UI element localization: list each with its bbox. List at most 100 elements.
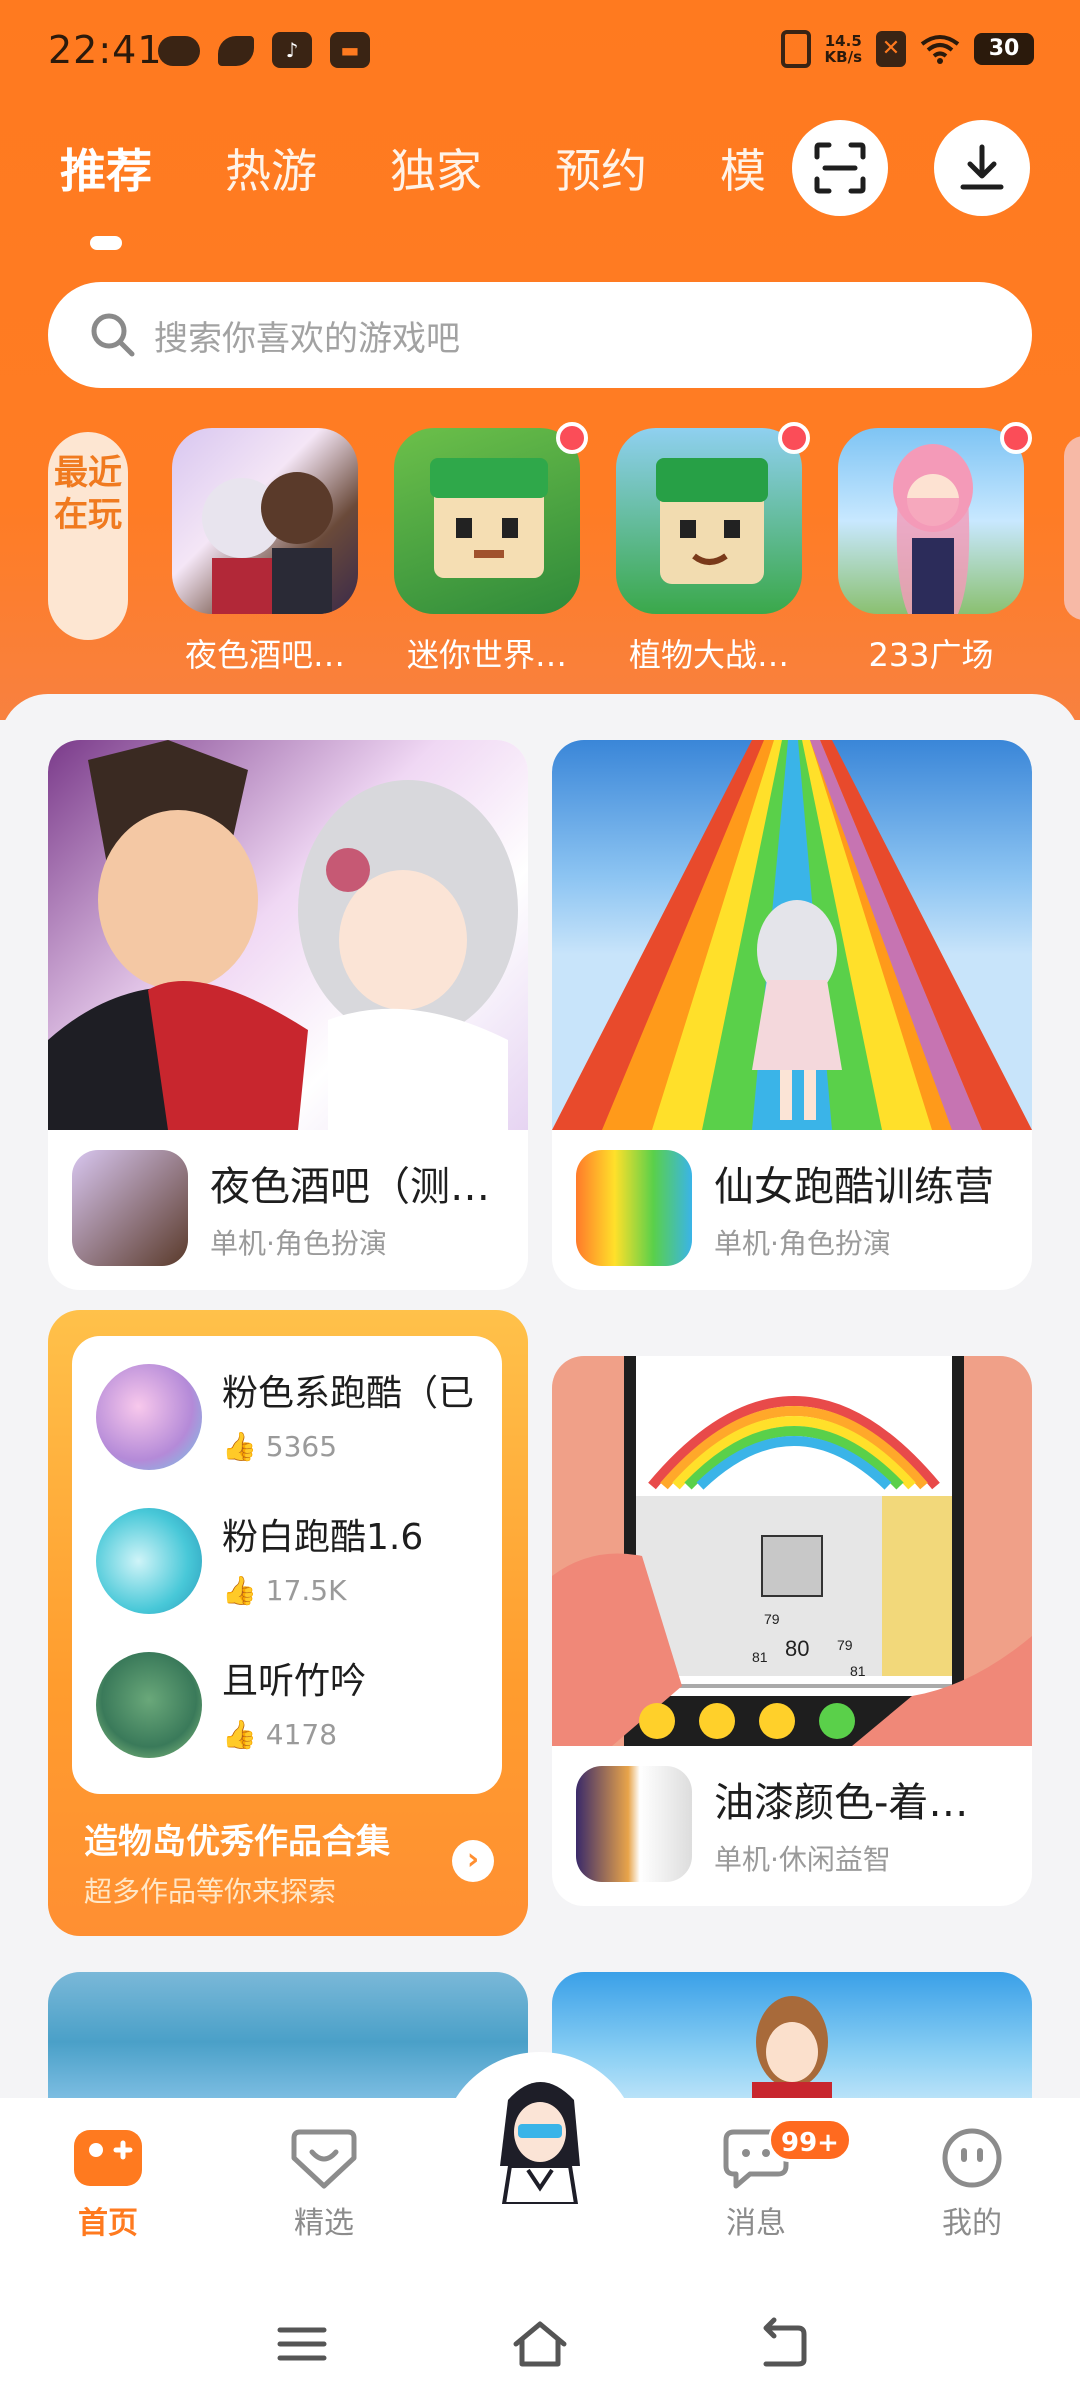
recent-game[interactable]: 植物大战… [616, 422, 810, 676]
game-card[interactable]: 仙女跑酷训练营 单机·角色扮演 [552, 740, 1032, 1290]
update-dot [1000, 422, 1032, 454]
likes-count: 4178 [265, 1718, 338, 1751]
game-banner [552, 740, 1032, 1130]
game-card[interactable] [552, 1972, 1032, 2112]
color-number: 80 [785, 1636, 809, 1661]
tab-exclusive[interactable]: 独家 [390, 135, 555, 201]
wifi-icon [920, 35, 960, 64]
game-title: 夜色酒吧（测… [210, 1164, 490, 1210]
likes-count: 5365 [265, 1430, 338, 1463]
game-info: 仙女跑酷训练营 单机·角色扮演 [576, 1150, 1008, 1266]
collection-title: 造物岛优秀作品合集 [84, 1822, 390, 1862]
color-number: 81 [850, 1663, 866, 1679]
game-info: 油漆颜色-着… 单机·休闲益智 [576, 1766, 1008, 1882]
speed-unit: KB/s [824, 48, 862, 66]
message-count-badge: 99+ [768, 2118, 852, 2162]
clock: 22:41 [48, 28, 163, 72]
nav-label: 精选 [294, 2206, 354, 2241]
collection-item[interactable]: 且听竹吟 👍 4178 [96, 1652, 486, 1762]
gamepad-icon [72, 2126, 144, 2190]
chevron-right-icon[interactable]: › [452, 1840, 494, 1882]
game-card[interactable]: 79 80 81 79 81 油漆颜色-着… 单机·休闲益智 [552, 1356, 1032, 1906]
work-likes: 👍 17.5K [222, 1574, 482, 1607]
tab-recommend[interactable]: 推荐 [60, 135, 225, 201]
download-icon [960, 144, 1004, 190]
likes-count: 17.5K [265, 1574, 347, 1607]
nav-home[interactable]: 首页 [48, 2126, 168, 2242]
game-icon [576, 1150, 692, 1266]
collection-item[interactable]: 粉色系跑酷（已 👍 5365 [96, 1364, 486, 1474]
color-number: 79 [764, 1611, 780, 1627]
collection-subtitle: 超多作品等你来探索 [84, 1875, 337, 1908]
smiley-icon [936, 2126, 1008, 2190]
update-dot [778, 422, 810, 454]
thumbs-up-icon: 👍 [222, 1718, 257, 1751]
back-icon[interactable] [752, 2316, 812, 2372]
search-bar[interactable]: 搜索你喜欢的游戏吧 [48, 282, 1032, 388]
collection-item[interactable]: 粉白跑酷1.6 👍 17.5K [96, 1508, 486, 1618]
game-category: 单机·休闲益智 [714, 1843, 891, 1876]
game-name: 233广场 [868, 636, 994, 674]
game-thumbnail [394, 428, 580, 614]
tab-reserve[interactable]: 预约 [555, 135, 720, 201]
app-notification-icon: ▬ [330, 32, 370, 68]
work-title: 粉白跑酷1.6 [222, 1517, 424, 1558]
game-icon [72, 1150, 188, 1266]
search-placeholder: 搜索你喜欢的游戏吧 [154, 318, 460, 359]
game-info: 夜色酒吧（测… 单机·角色扮演 [72, 1150, 504, 1266]
work-likes: 👍 5365 [222, 1430, 482, 1463]
tiktok-icon: ♪ [272, 32, 312, 68]
status-bar: 22:41 ♪ ▬ 14.5 KB/s ✕ 30 [0, 0, 1080, 100]
recently-played-tag[interactable]: 最近在玩 [48, 432, 128, 640]
nav-label: 我的 [942, 2206, 1002, 2241]
game-name: 迷你世界… [406, 636, 567, 674]
recent-game[interactable]: 233广场 [838, 422, 1032, 676]
work-likes: 👍 4178 [222, 1718, 482, 1751]
color-number: 81 [752, 1649, 768, 1665]
game-name: 植物大战… [628, 636, 789, 674]
game-card[interactable]: 夜色酒吧（测… 单机·角色扮演 [48, 740, 528, 1290]
update-dot [556, 422, 588, 454]
nav-label: 消息 [726, 2206, 786, 2241]
work-thumbnail [96, 1364, 202, 1470]
heart-badge-icon [288, 2126, 360, 2190]
avatar-character-button[interactable] [488, 2070, 592, 2206]
network-speed: 14.5 KB/s [825, 33, 862, 65]
color-number: 79 [837, 1637, 853, 1653]
game-category: 单机·角色扮演 [210, 1227, 387, 1260]
notification-icons: ♪ ▬ [158, 32, 370, 68]
category-tabs: 推荐 热游 独家 预约 模 [60, 135, 885, 201]
game-banner [48, 740, 528, 1130]
speed-value: 14.5 [824, 32, 862, 50]
game-thumbnail [172, 428, 358, 614]
scan-icon [814, 142, 866, 194]
nav-profile[interactable]: 我的 [912, 2126, 1032, 2242]
home-icon[interactable] [510, 2316, 570, 2372]
work-title: 粉色系跑酷（已 [222, 1373, 475, 1414]
tab-indicator [90, 236, 122, 250]
nav-featured[interactable]: 精选 [264, 2126, 384, 2242]
game-title: 仙女跑酷训练营 [714, 1164, 994, 1210]
next-game-peek [1064, 436, 1080, 620]
game-title: 油漆颜色-着… [714, 1780, 969, 1826]
download-button[interactable] [934, 120, 1030, 216]
game-name: 夜色酒吧… [184, 636, 345, 674]
collection-card[interactable]: 粉色系跑酷（已 👍 5365 粉白跑酷1.6 👍 17.5K 且听竹吟 👍 41… [48, 1310, 528, 1936]
search-icon [91, 313, 135, 357]
game-thumbnail [838, 428, 1024, 614]
game-card[interactable] [48, 1972, 528, 2112]
work-thumbnail [96, 1652, 202, 1758]
scan-button[interactable] [792, 120, 888, 216]
leaf-icon [218, 36, 254, 66]
vibrate-icon [780, 30, 811, 68]
recent-games-row: 夜色酒吧… 迷你世界… 植物大战… 233广场 [172, 422, 1032, 676]
recent-game[interactable]: 迷你世界… [394, 422, 588, 676]
nav-label: 首页 [78, 2206, 138, 2241]
recent-game[interactable]: 夜色酒吧… [172, 428, 358, 676]
work-title: 且听竹吟 [222, 1661, 367, 1702]
thumbs-up-icon: 👍 [222, 1574, 257, 1607]
tab-hot-games[interactable]: 热游 [225, 135, 390, 201]
thumbs-up-icon: 👍 [222, 1430, 257, 1463]
work-thumbnail [96, 1508, 202, 1614]
menu-icon[interactable] [272, 2316, 332, 2372]
